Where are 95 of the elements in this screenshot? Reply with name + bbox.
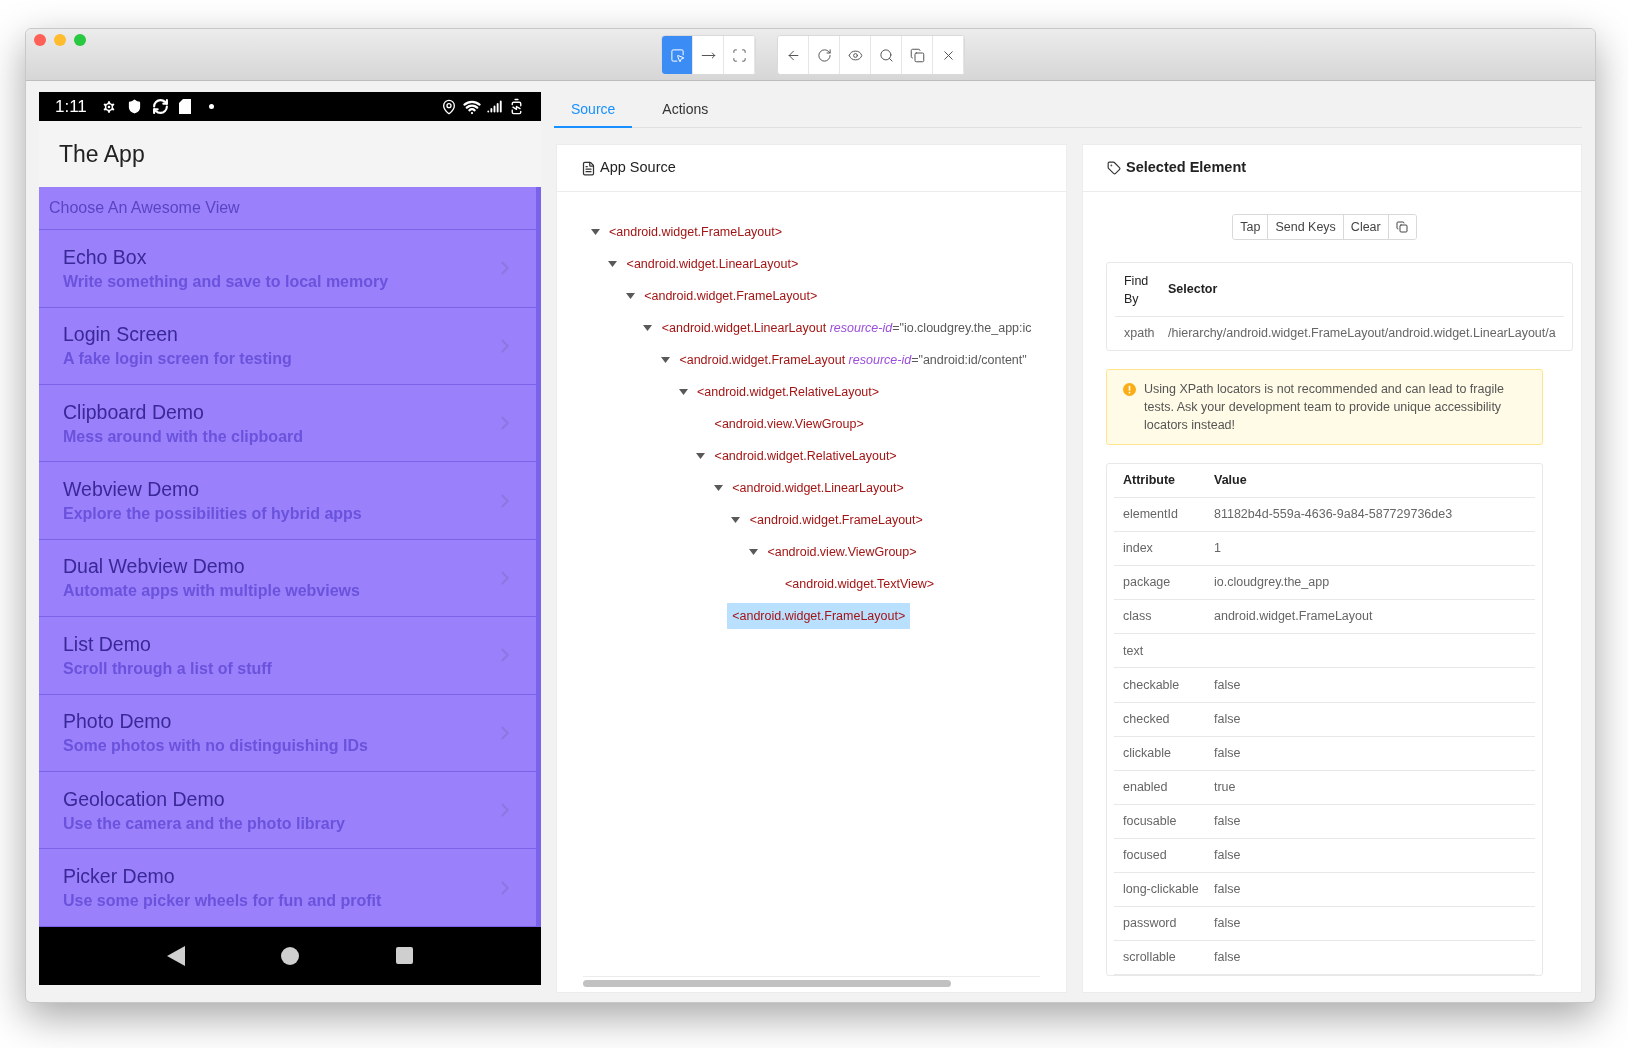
table-cell-text: false [1214, 676, 1241, 694]
table-cell-text: checkable [1122, 676, 1181, 694]
table-cell-text: checked [1122, 710, 1171, 728]
copy-icon [909, 47, 925, 63]
table-cell-text: io.cloudgrey.the_app [1214, 574, 1330, 592]
item-title: Photo Demo [63, 709, 173, 734]
column-header: Value [1214, 472, 1247, 490]
table-cell-text: false [1214, 915, 1241, 933]
table-cell-text: elementId [1122, 506, 1179, 524]
table-cell-text: false [1214, 744, 1241, 762]
action-button[interactable]: Tap [1233, 215, 1269, 239]
caret-down-icon[interactable] [731, 517, 741, 523]
table-cell-text: password [1122, 915, 1178, 933]
item-title: List Demo [63, 631, 152, 656]
item-title: Login Screen [63, 322, 179, 347]
table-cell-text: index [1122, 540, 1154, 558]
tree-node[interactable]: <android.widget.FrameLayout resource-id="android:id/content" [674, 347, 1032, 373]
table-cell-text: focused [1122, 847, 1168, 865]
caret-down-icon[interactable] [625, 293, 635, 299]
refresh-icon [816, 47, 832, 63]
sd-card-icon [178, 99, 191, 115]
document-icon [581, 160, 596, 176]
warning-text: Using XPath locators is not recommended and can lead to fragile tests. Ask your development team to provide unique accessibility locators instead! [1144, 381, 1505, 434]
scan-frame-icon [731, 47, 747, 63]
table-cell-text: true [1214, 778, 1236, 796]
app-title: The App [59, 139, 145, 169]
caret-down-icon[interactable] [696, 453, 706, 459]
item-title: Dual Webview Demo [63, 554, 246, 579]
tree-node[interactable]: <android.view.ViewGroup> [762, 539, 922, 565]
overview-square-icon[interactable] [395, 947, 413, 965]
caret-down-icon[interactable] [748, 549, 758, 555]
tree-node[interactable]: <android.widget.LinearLayout> [727, 475, 909, 501]
table-cell-text: false [1214, 847, 1241, 865]
table-cell-text: false [1214, 881, 1241, 899]
tab[interactable]: Actions [645, 92, 726, 128]
table-cell-text: focusable [1122, 813, 1178, 830]
tree-node[interactable]: <android.widget.TextView> [780, 571, 940, 597]
table-cell-text: false [1214, 813, 1241, 830]
back-triangle-icon[interactable] [167, 945, 186, 966]
table-cell-text: text [1122, 642, 1145, 660]
table-cell-text: scrollable [1122, 949, 1177, 967]
sync-icon [151, 98, 169, 116]
location-pin-icon [441, 98, 457, 115]
scrollbar-thumb[interactable] [583, 980, 951, 987]
caret-down-icon[interactable] [643, 325, 653, 331]
gear-icon [100, 98, 117, 115]
item-title: Picker Demo [63, 864, 176, 888]
caret-down-icon[interactable] [713, 485, 723, 491]
item-title: Echo Box [63, 244, 148, 269]
mode-button[interactable] [662, 36, 693, 74]
tree-node[interactable]: <android.widget.RelativeLayout> [692, 379, 885, 405]
table-cell-text: package [1122, 574, 1172, 592]
close-window-icon[interactable] [34, 34, 46, 46]
table-cell-text: enabled [1122, 778, 1169, 796]
signal-icon [487, 99, 502, 115]
table-cell-text: 1 [1214, 540, 1221, 558]
panel-title: App Source [600, 158, 676, 178]
tree-node[interactable]: <android.widget.FrameLayout> [604, 219, 788, 245]
table-cell-text: long-clickable [1122, 881, 1200, 899]
status-time: 1:11 [55, 95, 87, 118]
caret-down-icon[interactable] [660, 357, 670, 363]
caret-down-icon[interactable] [678, 389, 688, 395]
tree-node[interactable]: <android.widget.LinearLayout resource-id="io.cloudgrey.the_app:ic [656, 315, 1037, 341]
tree-node[interactable]: <android.widget.RelativeLayout> [709, 443, 902, 469]
tree-node[interactable]: <android.widget.LinearLayout> [621, 251, 804, 277]
tree-node[interactable]: <android.widget.FrameLayout> [727, 603, 911, 629]
eye-icon [847, 47, 863, 63]
back-icon [785, 47, 801, 63]
list-header: Choose An Awesome View [49, 198, 240, 219]
tag-icon [1107, 161, 1121, 175]
table-cell-text: false [1214, 710, 1241, 728]
table-cell-text: clickable [1122, 744, 1172, 762]
item-title: Webview Demo [63, 477, 201, 502]
item-title: Geolocation Demo [63, 786, 226, 811]
caret-down-icon[interactable] [590, 229, 600, 235]
exclamation-icon [1123, 383, 1136, 396]
table-cell-text: /hierarchy/android.widget.FrameLayout/android.widget.LinearLayout/a [1167, 325, 1556, 343]
item-title: Clipboard Demo [63, 399, 205, 424]
table-cell-text: xpath [1123, 325, 1156, 343]
table-cell-text: false [1214, 949, 1241, 967]
pointer-select-icon [669, 47, 685, 63]
table-cell-text: android.widget.FrameLayout [1214, 608, 1373, 626]
table-cell-text: class [1122, 608, 1153, 626]
copy-icon [1396, 221, 1409, 233]
tree-node[interactable]: <android.widget.FrameLayout> [744, 507, 928, 533]
column-header: Find By [1123, 272, 1150, 308]
caret-down-icon[interactable] [608, 261, 618, 267]
shield-icon [126, 99, 142, 115]
column-header: Attribute [1122, 472, 1177, 490]
tree-node[interactable]: <android.view.ViewGroup> [709, 411, 869, 437]
tree-node[interactable]: <android.widget.FrameLayout> [639, 283, 823, 309]
panel-title: Selected Element [1126, 158, 1247, 178]
column-header: Selector [1167, 281, 1218, 299]
table-cell-text: 81182b4d-559a-4636-9a84-587729736de3 [1214, 506, 1453, 524]
search-icon [878, 47, 894, 63]
